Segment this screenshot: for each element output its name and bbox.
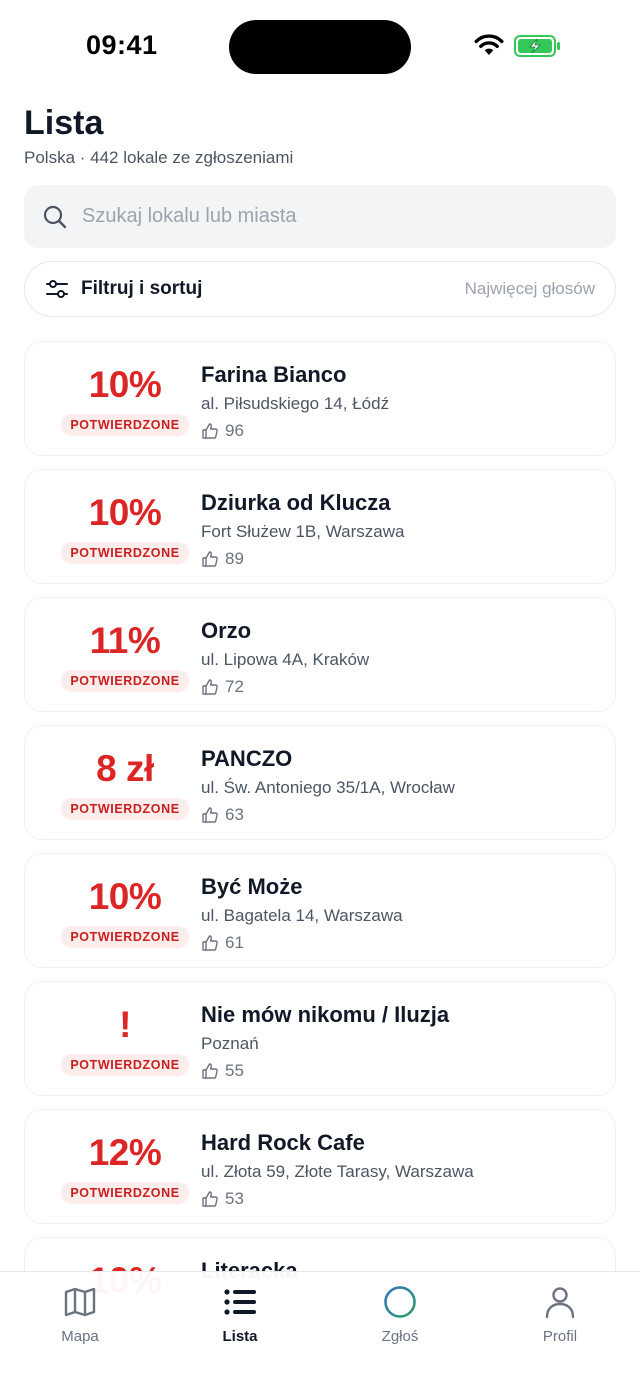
- dynamic-island: [229, 20, 411, 74]
- venue-name: PANCZO: [201, 746, 293, 771]
- page-subtitle: Polska · 442 lokale ze zgłoszeniami: [24, 148, 294, 167]
- sort-label: Najwięcej głosów: [464, 279, 595, 298]
- venue-votes: 55: [201, 1061, 449, 1081]
- venue-address: al. Piłsudskiego 14, Łódź: [201, 394, 390, 413]
- thumbs-up-icon: [202, 935, 218, 951]
- filter-sort-button[interactable]: Filtruj i sortuj Najwięcej głosów: [24, 261, 616, 317]
- vote-count: 63: [225, 805, 244, 824]
- venue-address: ul. Św. Antoniego 35/1A, Wrocław: [201, 778, 455, 797]
- venue-votes: 61: [201, 933, 403, 953]
- venue-card[interactable]: 8 zł POTWIERDZONE PANCZO ul. Św. Antonie…: [24, 725, 616, 840]
- plus-circle-icon: [384, 1286, 416, 1318]
- venue-votes: 63: [201, 805, 455, 825]
- tab-label: Mapa: [61, 1328, 99, 1345]
- status-bar: 09:41: [0, 0, 640, 90]
- venue-votes: 96: [201, 421, 389, 441]
- venue-card[interactable]: 10% POTWIERDZONE Dziurka od Klucza Fort …: [24, 469, 616, 584]
- battery-icon: [514, 35, 560, 57]
- venue-name: Być Może: [201, 874, 303, 899]
- tab-profile[interactable]: Profil: [480, 1284, 640, 1345]
- venue-address: ul. Złota 59, Złote Tarasy, Warszawa: [201, 1162, 474, 1181]
- sliders-icon: [46, 280, 68, 298]
- status-badge: POTWIERDZONE: [61, 1054, 189, 1076]
- venue-name: Farina Bianco: [201, 362, 347, 387]
- discount-block: 10% POTWIERDZONE: [49, 872, 201, 948]
- venue-votes: 72: [201, 677, 369, 697]
- venue-name: Dziurka od Klucza: [201, 490, 391, 515]
- tab-label: Lista: [222, 1328, 258, 1345]
- wifi-icon: [474, 34, 504, 55]
- discount-value: 10%: [88, 876, 162, 917]
- tab-bar: Mapa Lista Zgłoś Profil: [0, 1271, 640, 1391]
- tab-label: Profil: [542, 1328, 578, 1345]
- venue-name: Orzo: [201, 618, 252, 643]
- map-icon: [64, 1287, 96, 1317]
- thumbs-up-icon: [202, 551, 218, 567]
- discount-block: 10% POTWIERDZONE: [49, 488, 201, 564]
- discount-value: 10%: [88, 492, 162, 533]
- status-badge: POTWIERDZONE: [61, 414, 189, 436]
- thumbs-up-icon: [202, 1063, 218, 1079]
- venue-card[interactable]: 12% POTWIERDZONE Hard Rock Cafe ul. Złot…: [24, 1109, 616, 1224]
- tab-label: Zgłoś: [381, 1328, 419, 1345]
- search-icon: [43, 205, 67, 228]
- venue-votes: 53: [201, 1189, 474, 1209]
- tab-map[interactable]: Mapa: [0, 1284, 160, 1345]
- discount-block: 12% POTWIERDZONE: [49, 1128, 201, 1204]
- status-badge: POTWIERDZONE: [61, 670, 189, 692]
- venue-address: Poznań: [201, 1034, 259, 1053]
- discount-block: ! POTWIERDZONE: [49, 1000, 201, 1076]
- status-badge: POTWIERDZONE: [61, 542, 189, 564]
- thumbs-up-icon: [202, 679, 218, 695]
- vote-count: 96: [225, 421, 244, 440]
- thumbs-up-icon: [202, 807, 218, 823]
- vote-count: 61: [225, 933, 244, 952]
- search-box[interactable]: [24, 185, 616, 248]
- vote-count: 53: [225, 1189, 244, 1208]
- vote-count: 55: [225, 1061, 244, 1080]
- venue-card[interactable]: 10% POTWIERDZONE Być Może ul. Bagatela 1…: [24, 853, 616, 968]
- status-badge: POTWIERDZONE: [61, 926, 189, 948]
- list-icon: [224, 1289, 256, 1315]
- vote-count: 72: [225, 677, 244, 696]
- filter-label: Filtruj i sortuj: [81, 278, 203, 299]
- discount-block: 11% POTWIERDZONE: [49, 616, 201, 692]
- venue-address: ul. Bagatela 14, Warszawa: [201, 906, 403, 925]
- venue-address: ul. Lipowa 4A, Kraków: [201, 650, 370, 669]
- venue-name: Hard Rock Cafe: [201, 1130, 365, 1155]
- thumbs-up-icon: [202, 423, 218, 439]
- discount-value: !: [119, 1004, 131, 1045]
- thumbs-up-icon: [202, 1191, 218, 1207]
- person-icon: [545, 1287, 575, 1319]
- venue-name: Nie mów nikomu / Iluzja: [201, 1002, 450, 1027]
- discount-block: 10% POTWIERDZONE: [49, 360, 201, 436]
- tab-report[interactable]: Zgłoś: [320, 1284, 480, 1345]
- venue-address: Fort Służew 1B, Warszawa: [201, 522, 405, 541]
- status-time: 09:41: [86, 30, 158, 60]
- tab-list[interactable]: Lista: [160, 1284, 320, 1345]
- discount-value: 10%: [88, 364, 162, 405]
- page-title: Lista: [24, 104, 104, 142]
- venue-votes: 89: [201, 549, 404, 569]
- discount-value: 11%: [89, 620, 161, 661]
- status-badge: POTWIERDZONE: [61, 798, 189, 820]
- search-input[interactable]: [82, 205, 562, 228]
- vote-count: 89: [225, 549, 244, 568]
- venue-card[interactable]: 11% POTWIERDZONE Orzo ul. Lipowa 4A, Kra…: [24, 597, 616, 712]
- discount-value: 12%: [88, 1132, 162, 1173]
- discount-value: 8 zł: [96, 748, 154, 789]
- status-badge: POTWIERDZONE: [61, 1182, 189, 1204]
- discount-block: 8 zł POTWIERDZONE: [49, 744, 201, 820]
- venue-card[interactable]: ! POTWIERDZONE Nie mów nikomu / Iluzja P…: [24, 981, 616, 1096]
- venue-card[interactable]: 10% POTWIERDZONE Farina Bianco al. Piłsu…: [24, 341, 616, 456]
